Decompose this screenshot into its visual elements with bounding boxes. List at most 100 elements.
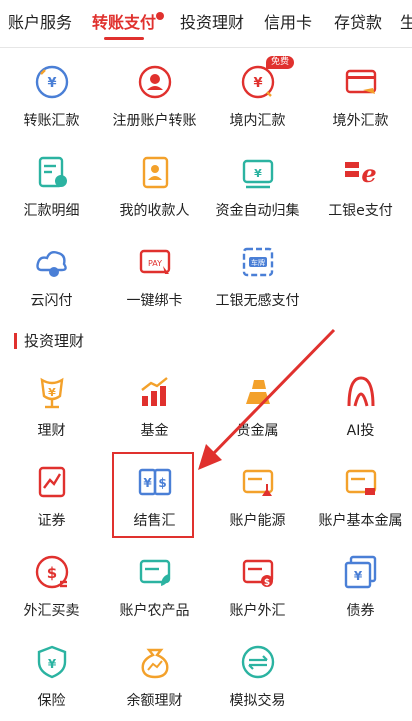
svg-text:¥: ¥ — [48, 657, 57, 671]
grid-item-label: 云闪付 — [30, 293, 73, 309]
grid-item-fx-trade[interactable]: $ 外汇买卖 — [0, 552, 103, 642]
grid-item-registered-transfer[interactable]: 注册账户转账 — [103, 62, 206, 152]
free-badge: 免费 — [266, 56, 295, 69]
grid-item-bond[interactable]: ¥ 债券 — [309, 552, 412, 642]
svg-text:¥: ¥ — [253, 76, 262, 91]
grid-item-account-fx[interactable]: $ 账户外汇 — [206, 552, 309, 642]
grid-item-agri[interactable]: 账户农产品 — [103, 552, 206, 642]
balance-wealth-icon — [141, 648, 169, 679]
base-metal-icon — [345, 469, 377, 495]
grid-item-label: 工银无感支付 — [215, 293, 300, 309]
grid-item-car-pay[interactable]: 车牌 工银无感支付 — [206, 242, 309, 332]
grid-item-label: 注册账户转账 — [112, 113, 197, 129]
svg-text:¥: ¥ — [143, 476, 152, 490]
fund-collect-icon: ¥ — [242, 159, 274, 189]
registered-transfer-icon — [138, 65, 172, 99]
grid-item-overseas-remit[interactable]: 境外汇款 — [309, 62, 412, 152]
svg-text:$: $ — [264, 578, 270, 588]
grid-item-label: 一键绑卡 — [126, 293, 183, 309]
payee-icon — [142, 156, 169, 189]
grid-item-bind-card[interactable]: PAY 一键绑卡 — [103, 242, 206, 332]
tab-label: 账户服务 — [8, 13, 73, 32]
tab-label: 存贷款 — [334, 13, 383, 32]
grid-item-sim-trade[interactable]: 模拟交易 — [206, 642, 309, 721]
tab-0[interactable]: 账户服务 — [8, 10, 72, 42]
grid-item-label: 资金自动归集 — [215, 203, 300, 219]
grid-item-label: 账户农产品 — [119, 603, 190, 619]
car-pay-icon: 车牌 — [242, 247, 274, 277]
wealth-icon: ¥ — [40, 377, 64, 409]
grid-item-base-metal[interactable]: 账户基本金属 — [309, 462, 412, 552]
grid-item-fund-chart[interactable]: 基金 — [103, 372, 206, 462]
svg-text:车牌: 车牌 — [251, 258, 265, 267]
grid-item-label: 债券 — [346, 603, 375, 619]
grid-item-label: 账户基本金属 — [318, 513, 403, 529]
agri-icon — [139, 559, 171, 586]
grid-item-label: 贵金属 — [236, 423, 279, 439]
gold-bar-icon — [246, 380, 270, 404]
grid-item-securities[interactable]: 证券 — [0, 462, 103, 552]
tab-underline — [104, 37, 145, 40]
grid-item-label: 工银e支付 — [328, 203, 393, 219]
account-energy-icon — [242, 469, 274, 496]
grid-item-transfer[interactable]: ¥ 转账汇款 — [0, 62, 103, 152]
fx-settle-icon: ¥ $ — [138, 468, 172, 496]
grid-item-fx-settle[interactable]: ¥ $ 结售汇 — [103, 462, 206, 552]
grid-item-balance-wealth[interactable]: 余额理财 — [103, 642, 206, 721]
grid-item-ai-invest[interactable]: AI投 — [309, 372, 412, 462]
svg-text:¥: ¥ — [47, 76, 56, 91]
transfer-icon: ¥ — [35, 65, 69, 99]
tab-label: 投资理财 — [180, 13, 245, 32]
remit-detail-icon — [38, 156, 67, 188]
tab-1[interactable]: 转账支付 — [92, 10, 165, 42]
grid-item-e-pay[interactable]: e 工银e支付 — [309, 152, 412, 242]
grid-item-label: 境外汇款 — [332, 113, 389, 129]
tab-label: 转账支付 — [92, 13, 157, 32]
account-fx-icon: $ — [242, 559, 274, 588]
grid-item-remit-detail[interactable]: 汇款明细 — [0, 152, 103, 242]
svg-text:e: e — [361, 159, 376, 188]
grid-item-insurance[interactable]: ¥ 保险 — [0, 642, 103, 721]
bind-card-icon: PAY — [139, 249, 171, 274]
grid-item-account-energy[interactable]: 账户能源 — [206, 462, 309, 552]
grid-item-label: AI投 — [346, 423, 375, 439]
grid-item-cloud-pay[interactable]: 云闪付 — [0, 242, 103, 332]
grid-item-fund-collect[interactable]: ¥ 资金自动归集 — [206, 152, 309, 242]
e-pay-icon: e — [345, 159, 377, 188]
grid-item-label: 我的收款人 — [119, 203, 190, 219]
grid-item-wealth[interactable]: ¥ 理财 — [0, 372, 103, 462]
sim-trade-icon — [241, 645, 275, 679]
grid-item-label: 账户能源 — [229, 513, 286, 529]
grid-item-label: 账户外汇 — [229, 603, 286, 619]
insurance-icon: ¥ — [37, 645, 67, 679]
tab-3[interactable]: 信用卡 — [264, 10, 312, 42]
svg-text:$: $ — [47, 564, 57, 582]
grid-item-label: 理财 — [37, 423, 66, 439]
fund-chart-icon — [141, 377, 168, 406]
grid-item-label: 外汇买卖 — [23, 603, 80, 619]
section-title: 投资理财 — [24, 332, 85, 350]
grid-item-label: 余额理财 — [126, 693, 183, 709]
top-tab-bar: 账户服务转账支付 投资理财信用卡 存贷款生 — [0, 0, 412, 48]
grid-item-domestic-remit[interactable]: ¥ 免费境内汇款 — [206, 56, 309, 152]
tab-5[interactable]: 生 — [400, 10, 412, 42]
tab-2[interactable]: 投资理财 — [180, 10, 244, 42]
grid-item-label: 转账汇款 — [23, 113, 80, 129]
svg-text:$: $ — [158, 476, 166, 490]
securities-icon — [38, 466, 66, 498]
grid-item-gold-bar[interactable]: 贵金属 — [206, 372, 309, 462]
grid-item-label: 模拟交易 — [229, 693, 286, 709]
tab-4[interactable]: 存贷款 — [334, 10, 382, 42]
grid-item-label: 保险 — [37, 693, 66, 709]
grid-item-label: 证券 — [37, 513, 66, 529]
svg-text:¥: ¥ — [254, 167, 262, 180]
svg-text:PAY: PAY — [148, 259, 162, 268]
grid-item-label: 境内汇款 — [229, 113, 286, 129]
fx-trade-icon: $ — [35, 555, 69, 589]
section-accent-bar — [14, 333, 17, 349]
grid-item-label: 结售汇 — [133, 513, 176, 529]
grid-item-payee[interactable]: 我的收款人 — [103, 152, 206, 242]
tab-label: 生 — [400, 13, 412, 32]
ai-invest-icon — [347, 376, 375, 407]
svg-text:¥: ¥ — [48, 386, 56, 399]
